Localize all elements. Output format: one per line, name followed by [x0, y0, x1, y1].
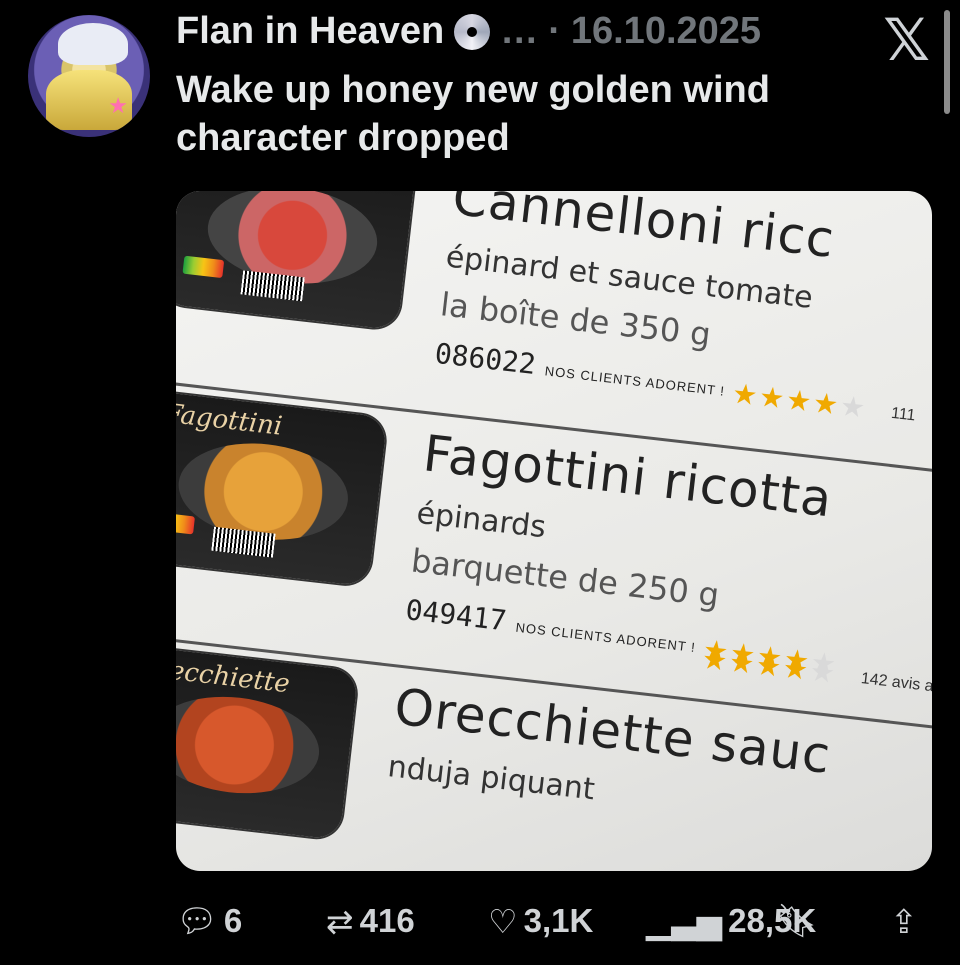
product-package [176, 191, 417, 331]
reply-button[interactable]: 💬︎ 6 [176, 901, 242, 941]
product-subtitle: épinards [414, 495, 548, 546]
food-image [176, 688, 325, 802]
disc-icon [454, 13, 491, 50]
share-button[interactable]: ⇪ [890, 902, 918, 941]
nutriscore-badge [176, 512, 196, 535]
media-photo: Cannelloni ricc épinard et sauce tomate … [176, 191, 932, 871]
product-code-number: 049417 [403, 593, 509, 638]
share-icon: ⇪ [890, 901, 918, 941]
tweet-header: Flan in Heaven … · 16.10.2025 [176, 10, 920, 53]
x-logo-icon[interactable]: 𝕏 [883, 6, 930, 74]
scrollbar[interactable] [944, 10, 950, 114]
review-count: 111 [890, 404, 917, 425]
repost-button[interactable]: ⇄ 416 [326, 902, 415, 941]
tweet-date[interactable]: 16.10.2025 [571, 10, 761, 53]
tweet-media[interactable]: Cannelloni ricc épinard et sauce tomate … [176, 191, 932, 871]
tweet-actions: 💬︎ 6 ⇄ 416 ♡ 3,1K ▁▃▅ 28,5K 🔖︎ ⇪ [176, 896, 946, 946]
reply-count: 6 [223, 902, 243, 939]
heart-icon: ♡ [488, 901, 518, 941]
name-ellipsis: … [500, 10, 539, 52]
repost-icon: ⇄ [326, 901, 354, 941]
bookmark-button[interactable]: 🔖︎ [776, 901, 818, 941]
product-tag: NOS CLIENTS ADORENT ! [544, 363, 726, 399]
food-image [176, 434, 354, 549]
views-icon: ▁▃▅ [646, 901, 723, 941]
product-code-number: 086022 [433, 336, 538, 382]
author-name[interactable]: Flan in Heaven [176, 10, 444, 53]
product-package: Fagottini [176, 390, 388, 587]
reply-icon: 💬︎ [176, 901, 218, 940]
avatar-hat [58, 23, 128, 65]
product-tag: NOS CLIENTS ADORENT ! [514, 619, 697, 656]
repost-count: 416 [359, 902, 415, 939]
bookmark-icon: 🔖︎ [776, 901, 818, 940]
nutriscore-badge [182, 255, 225, 279]
product-brand: Fagottini [176, 398, 284, 442]
like-button[interactable]: ♡ 3,1K [488, 902, 593, 941]
product-package: Orecchiette [176, 643, 359, 840]
tweet-text: Wake up honey new golden wind character … [176, 69, 770, 159]
product-brand: Orecchiette [176, 651, 292, 700]
meta-separator: · [548, 10, 561, 52]
product-subtitle: nduja piquant [385, 749, 597, 808]
rating-stars: ★★★★★ [730, 377, 869, 424]
avatar[interactable]: ★ [28, 15, 150, 137]
like-count: 3,1K [523, 902, 594, 939]
star-icon: ★ [108, 93, 128, 118]
